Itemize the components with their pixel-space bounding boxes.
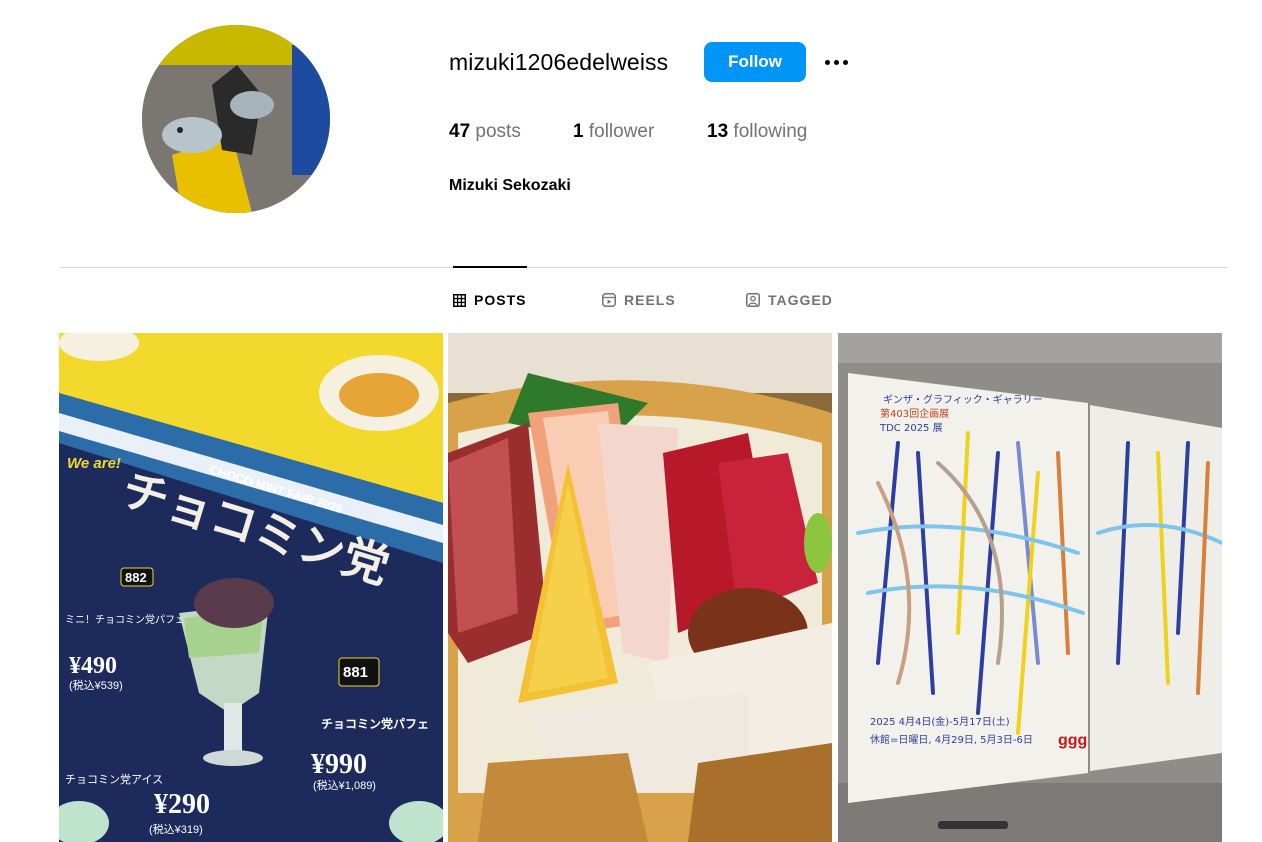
tabs-divider: [59, 267, 1227, 268]
post-thumbnail[interactable]: [448, 333, 832, 842]
poster-exhibition-name: TDC 2025 展: [879, 422, 943, 434]
posts-stat: 47 posts: [449, 121, 521, 143]
post-image-sashimi: [448, 333, 832, 842]
profile-username: mizuki1206edelweiss: [449, 49, 669, 75]
item2-name: チョコミン党パフェ: [321, 716, 429, 731]
item3-price: ¥290: [154, 789, 210, 820]
item1-number: 882: [125, 570, 147, 585]
item2-number: 881: [343, 664, 368, 681]
followers-label: follower: [588, 121, 655, 142]
followers-stat[interactable]: 1 follower: [573, 121, 654, 143]
posts-label: posts: [475, 121, 521, 142]
menu-banner: We are!: [67, 455, 121, 472]
grid-icon: [453, 293, 466, 307]
follow-button[interactable]: Follow: [704, 42, 806, 82]
posts-count: 47: [449, 121, 471, 142]
following-count: 13: [707, 121, 729, 142]
poster-title: ギンザ・グラフィック・ギャラリー: [883, 393, 1043, 406]
tab-posts[interactable]: POSTS: [453, 290, 526, 310]
tab-reels[interactable]: REELS: [602, 290, 676, 310]
more-options-icon[interactable]: [820, 50, 852, 74]
tab-tagged-label: TAGGED: [768, 292, 833, 308]
profile-avatar[interactable]: [142, 25, 330, 213]
tab-tagged[interactable]: TAGGED: [746, 290, 833, 310]
item1-tax: (税込¥539): [69, 678, 123, 692]
poster-exhibition-number: 第403回企画展: [880, 407, 949, 420]
item3-name: チョコミン党アイス: [65, 773, 163, 786]
post-image-choco-mint: We are! CHOCO MINT FAIR 2025 チョコミン党 882 …: [59, 333, 443, 842]
poster-logo: ggg: [1058, 732, 1087, 749]
post-thumbnail[interactable]: ギンザ・グラフィック・ギャラリー 第403回企画展 TDC 2025 展 202…: [838, 333, 1222, 842]
followers-count: 1: [573, 121, 584, 142]
poster-dates: 2025 4月4日(金)-5月17日(土): [870, 715, 1010, 728]
dot: [833, 59, 839, 65]
item2-price: ¥990: [311, 749, 367, 780]
post-thumbnail[interactable]: We are! CHOCO MINT FAIR 2025 チョコミン党 882 …: [59, 333, 443, 842]
tab-reels-label: REELS: [624, 292, 676, 308]
poster-closed-days: 休館=日曜日, 4月29日, 5月3日-6日: [870, 733, 1033, 746]
item1-price: ¥490: [69, 653, 117, 679]
dot: [824, 59, 830, 65]
tab-posts-label: POSTS: [474, 292, 527, 308]
post-image-poster: ギンザ・グラフィック・ギャラリー 第403回企画展 TDC 2025 展 202…: [838, 333, 1222, 842]
dot: [842, 59, 848, 65]
following-stat[interactable]: 13 following: [707, 121, 807, 143]
profile-full-name: Mizuki Sekozaki: [449, 177, 571, 194]
item1-name: ミニ！チョコミン党パフェ: [65, 613, 185, 626]
item3-tax: (税込¥319): [149, 822, 203, 836]
avatar-photo: [142, 25, 330, 213]
item2-tax: (税込¥1,089): [313, 778, 376, 792]
active-tab-indicator: [453, 266, 527, 268]
tagged-icon: [746, 293, 760, 307]
reels-icon: [602, 293, 616, 307]
following-label: following: [733, 121, 808, 142]
